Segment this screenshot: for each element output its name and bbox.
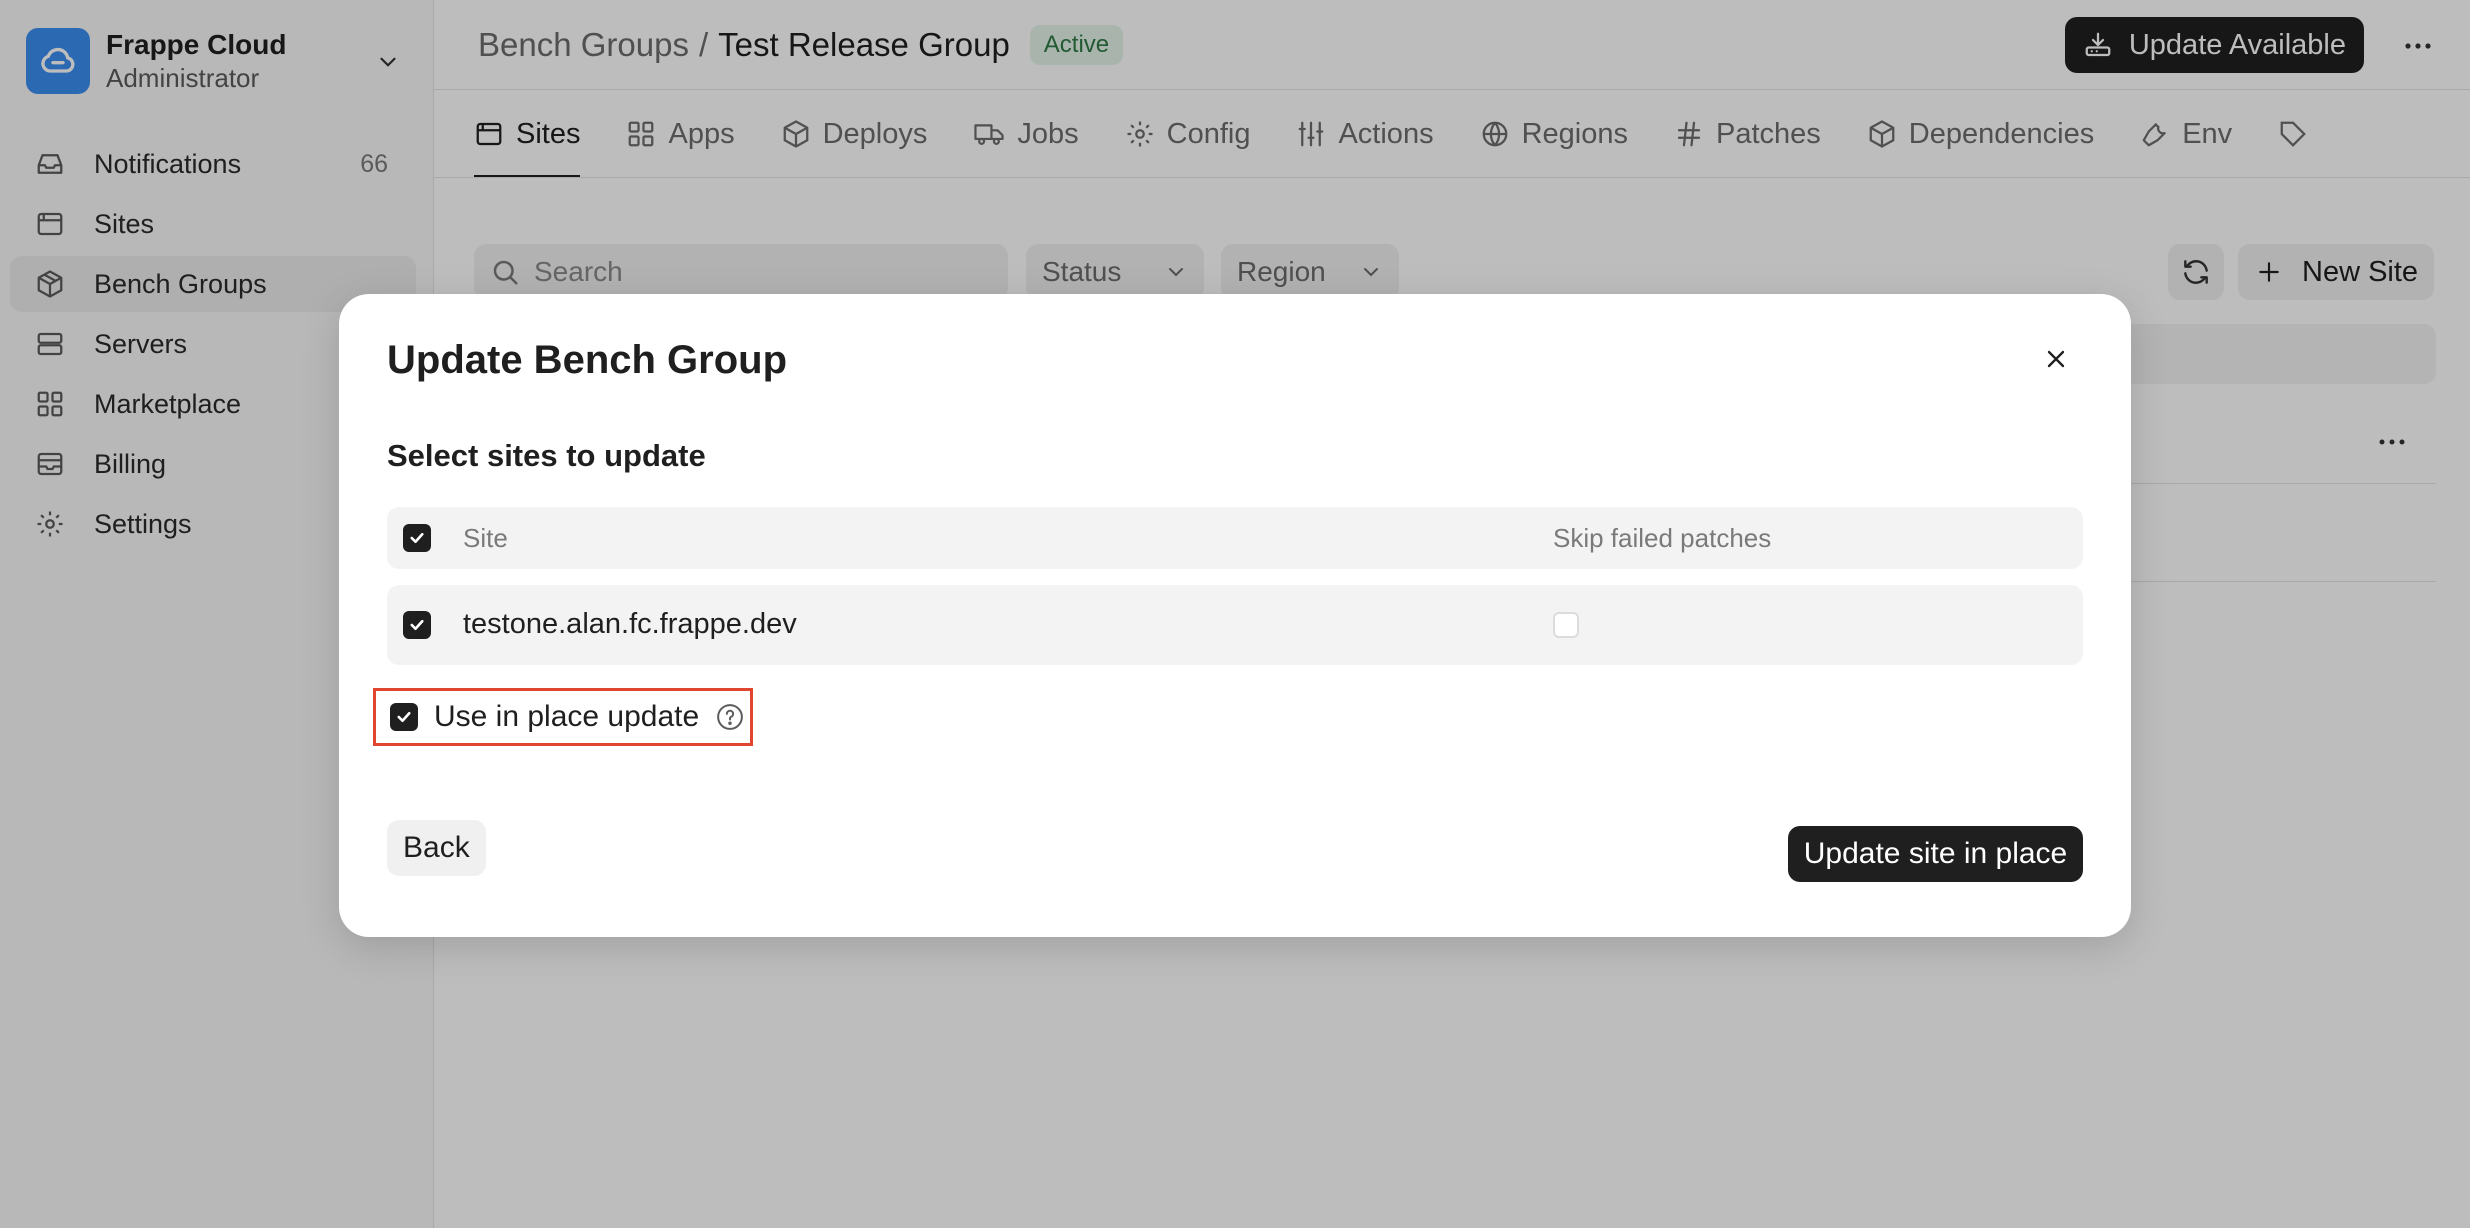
column-header-skip-failed-patches: Skip failed patches: [1553, 523, 1772, 553]
sites-table-header: Site Skip failed patches: [387, 507, 2083, 569]
update-site-in-place-button[interactable]: Update site in place: [1788, 826, 2083, 882]
dialog-subtitle: Select sites to update: [387, 438, 706, 473]
column-header-site: Site: [463, 523, 508, 553]
select-all-checkbox[interactable]: [403, 524, 431, 552]
in-place-update-option[interactable]: Use in place update: [373, 688, 753, 746]
help-circle-icon[interactable]: [715, 702, 745, 732]
skip-failed-patches-checkbox[interactable]: [1553, 612, 1579, 638]
update-bench-group-dialog: Update Bench Group Select sites to updat…: [339, 294, 2131, 937]
site-name: testone.alan.fc.frappe.dev: [463, 608, 797, 640]
dialog-title: Update Bench Group: [387, 338, 788, 382]
table-row[interactable]: testone.alan.fc.frappe.dev: [387, 585, 2083, 665]
row-select-checkbox[interactable]: [403, 611, 431, 639]
back-button[interactable]: Back: [387, 820, 486, 876]
close-icon[interactable]: [2031, 334, 2081, 384]
in-place-update-checkbox[interactable]: [390, 703, 418, 731]
in-place-update-label: Use in place update: [434, 700, 700, 733]
